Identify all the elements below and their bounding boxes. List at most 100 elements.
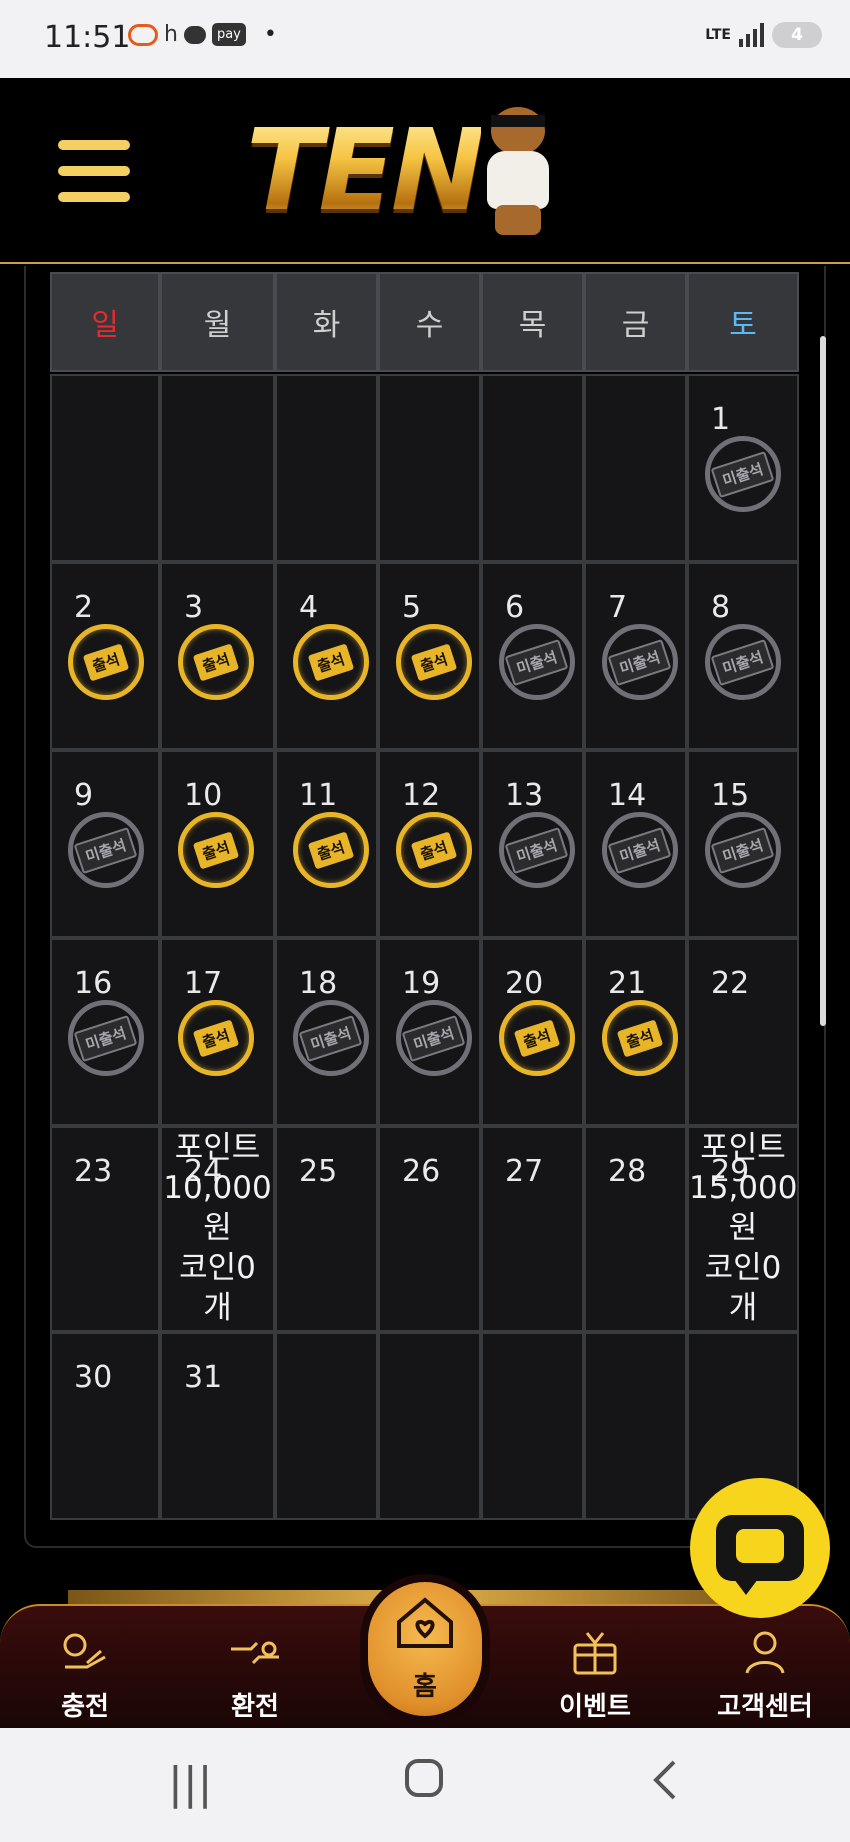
calendar-day-cell[interactable]: 18 미출석 — [275, 938, 378, 1126]
weekday-header: 화 — [275, 272, 378, 372]
calendar-day-cell[interactable]: 14 미출석 — [584, 750, 687, 938]
calendar-week: 2 출석 3 출석 4 출석 5 출석 6 미출석 7 미출석 8 미출석 — [50, 562, 799, 750]
recent-apps-button[interactable]: ||| — [168, 1758, 212, 1809]
logo[interactable]: TEN — [246, 96, 553, 246]
calendar-day-cell[interactable]: 21 출석 — [584, 938, 687, 1126]
calendar-day-cell[interactable]: 1 미출석 — [687, 374, 799, 562]
date-number: 18 — [299, 966, 338, 1001]
calendar-day-cell[interactable]: 6 미출석 — [481, 562, 584, 750]
chat-button[interactable] — [690, 1478, 830, 1618]
calendar-day-cell[interactable]: 24 포인트 10,000 원 코인0 개 — [160, 1126, 275, 1332]
notification-icons: h pay • — [128, 22, 277, 47]
calendar-day-cell[interactable]: 31 — [160, 1332, 275, 1520]
calendar-day-cell[interactable]: 10 출석 — [160, 750, 275, 938]
calendar-week: 9 미출석 10 출석 11 출석 12 출석 13 미출석 14 미출석 15 미출석 — [50, 750, 799, 938]
attendance-calendar: 1 미출석 2 출석 3 출석 4 출석 5 출석 6 미출석 7 미출석 8 미출석 9 미출석 10 출석 11 출석… — [50, 374, 799, 1520]
calendar-day-cell[interactable]: 8 미출석 — [687, 562, 799, 750]
scrollbar[interactable] — [820, 336, 826, 1026]
stamp-label: 미출석 — [710, 450, 776, 498]
date-number: 10 — [184, 778, 223, 813]
stamp-label: 미출석 — [298, 1014, 364, 1062]
attended-stamp-icon: 출석 — [178, 624, 254, 700]
reward-line: 개 — [728, 1290, 758, 1326]
weekday-header: 금 — [584, 272, 687, 372]
nav-home-button[interactable]: 홈 — [360, 1574, 490, 1724]
calendar-day-cell[interactable]: 22 — [687, 938, 799, 1126]
date-number: 19 — [402, 966, 441, 1001]
calendar-week: 30 31 — [50, 1332, 799, 1520]
calendar-day-cell — [481, 374, 584, 562]
calendar-day-cell[interactable]: 2 출석 — [50, 562, 160, 750]
absent-stamp-icon: 미출석 — [705, 624, 781, 700]
battery-icon: 4 — [772, 22, 822, 48]
calendar-day-cell — [378, 1332, 481, 1520]
calendar-day-cell[interactable]: 23 — [50, 1126, 160, 1332]
absent-stamp-icon: 미출석 — [499, 812, 575, 888]
date-number: 22 — [711, 966, 750, 1001]
calendar-day-cell[interactable]: 20 출석 — [481, 938, 584, 1126]
system-home-button[interactable] — [404, 1758, 444, 1809]
calendar-day-cell — [584, 374, 687, 562]
reward-line: 원 — [728, 1210, 758, 1246]
calendar-day-cell[interactable]: 16 미출석 — [50, 938, 160, 1126]
date-number: 17 — [184, 966, 223, 1001]
calendar-weekday-header: 일월화수목금토 — [50, 272, 799, 372]
home-icon — [393, 1596, 457, 1660]
calendar-week: 16 미출석 17 출석 18 미출석 19 미출석 20 출석 21 출석 22 — [50, 938, 799, 1126]
calendar-day-cell[interactable]: 12 출석 — [378, 750, 481, 938]
date-number: 26 — [402, 1154, 441, 1189]
date-number: 16 — [74, 966, 113, 1001]
calendar-day-cell[interactable]: 28 — [584, 1126, 687, 1332]
date-number: 4 — [299, 590, 319, 625]
back-button[interactable] — [650, 1758, 680, 1813]
nav-support-label: 고객센터 — [717, 1692, 813, 1722]
date-number: 20 — [505, 966, 544, 1001]
date-number: 21 — [608, 966, 647, 1001]
calendar-day-cell — [50, 374, 160, 562]
date-number: 1 — [711, 402, 731, 437]
nav-support[interactable]: 고객센터 — [700, 1624, 830, 1723]
date-number: 28 — [608, 1154, 647, 1189]
attended-stamp-icon: 출석 — [499, 1000, 575, 1076]
chat-bubble-icon — [716, 1515, 804, 1595]
nav-charge[interactable]: 충전 — [20, 1624, 150, 1723]
reward-line: 개 — [203, 1290, 232, 1326]
menu-icon[interactable] — [58, 140, 130, 202]
calendar-day-cell[interactable]: 17 출석 — [160, 938, 275, 1126]
attended-stamp-icon: 출석 — [68, 624, 144, 700]
calendar-day-cell[interactable]: 19 미출석 — [378, 938, 481, 1126]
calendar-day-cell[interactable]: 7 미출석 — [584, 562, 687, 750]
stamp-label: 미출석 — [607, 638, 673, 686]
calendar-day-cell[interactable]: 29 포인트 15,000 원 코인0 개 — [687, 1126, 799, 1332]
reward-line: 포인트 — [174, 1130, 261, 1166]
calendar-day-cell[interactable]: 11 출석 — [275, 750, 378, 938]
nav-exchange[interactable]: 환전 — [190, 1624, 320, 1723]
status-time: 11:51 — [44, 20, 131, 55]
calendar-day-cell[interactable]: 5 출석 — [378, 562, 481, 750]
date-number: 8 — [711, 590, 731, 625]
exchange-icon — [190, 1624, 320, 1680]
calendar-day-cell[interactable]: 25 — [275, 1126, 378, 1332]
attended-stamp-icon: 출석 — [293, 624, 369, 700]
calendar-day-cell[interactable]: 15 미출석 — [687, 750, 799, 938]
calendar-day-cell[interactable]: 30 — [50, 1332, 160, 1520]
stamp-label: 미출석 — [73, 826, 139, 874]
nav-event-label: 이벤트 — [559, 1692, 631, 1722]
calendar-day-cell[interactable]: 13 미출석 — [481, 750, 584, 938]
calendar-day-cell[interactable]: 4 출석 — [275, 562, 378, 750]
reward-line: 코인0 — [704, 1250, 782, 1286]
stamp-label: 미출석 — [401, 1014, 467, 1062]
absent-stamp-icon: 미출석 — [68, 1000, 144, 1076]
date-number: 31 — [184, 1360, 223, 1395]
date-number: 25 — [299, 1154, 338, 1189]
calendar-day-cell[interactable]: 26 — [378, 1126, 481, 1332]
chat-notification-icon — [183, 25, 206, 44]
cloud-app-icon — [128, 23, 158, 46]
date-number: 11 — [299, 778, 338, 813]
calendar-day-cell[interactable]: 3 출석 — [160, 562, 275, 750]
calendar-week: 23 24 포인트 10,000 원 코인0 개 25 26 27 28 29 포인트 15,000 원 코인… — [50, 1126, 799, 1332]
nav-event[interactable]: 이벤트 — [530, 1624, 660, 1723]
calendar-day-cell[interactable]: 9 미출석 — [50, 750, 160, 938]
stamp-label: 출석 — [410, 643, 457, 681]
calendar-day-cell[interactable]: 27 — [481, 1126, 584, 1332]
